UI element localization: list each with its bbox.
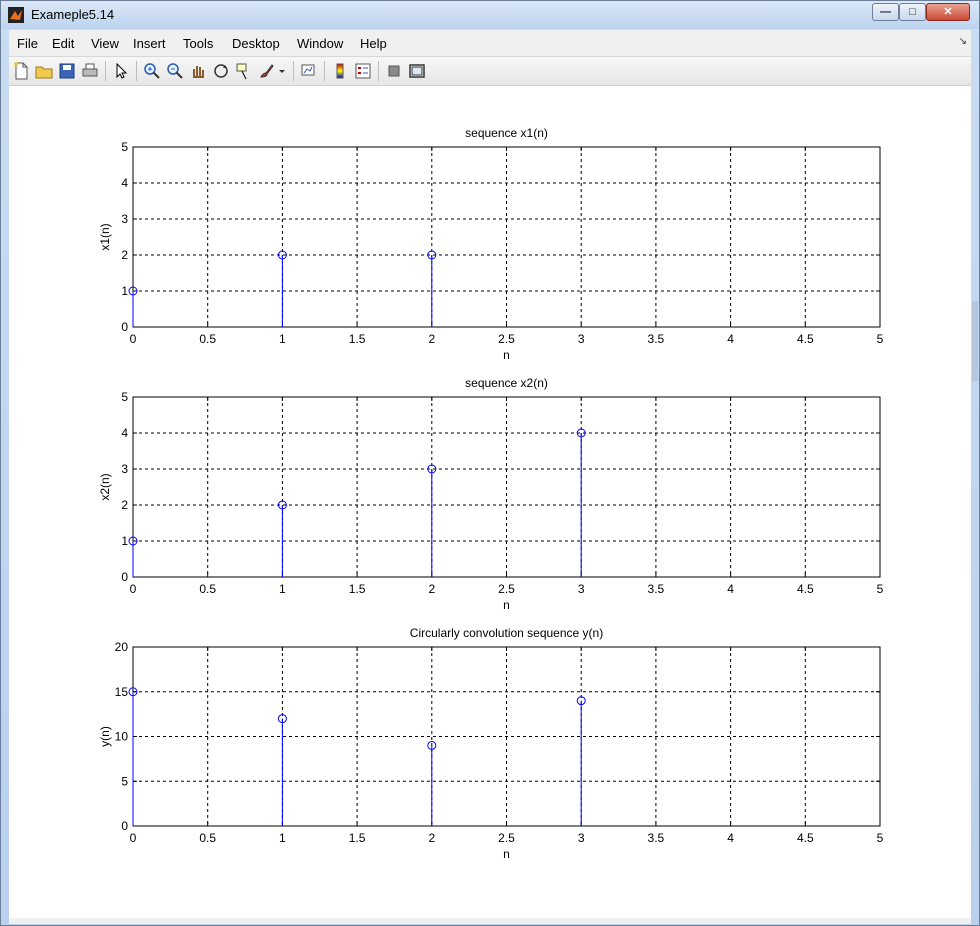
y-axis-label: x1(n) [98,223,112,250]
x-tick-label: 4 [727,332,734,346]
x-tick-label: 4 [727,831,734,845]
x-tick-label: 4.5 [797,332,814,346]
x-tick-label: 2 [428,831,435,845]
y-axis-label: y(n) [98,726,112,747]
y-tick-label: 5 [121,140,128,154]
x-tick-label: 4.5 [797,582,814,596]
axes-3: 0 0.5 1 1.5 2 2.5 3 3.5 4 4.5 5 0 5 10 15 20 Circularly … [98,626,884,861]
x-axis-label: n [503,598,510,612]
x-tick-label: 2 [428,332,435,346]
y-tick-label: 2 [121,498,128,512]
y-tick-label: 0 [121,570,128,584]
y-tick-label: 10 [115,730,129,744]
axes-title: sequence x2(n) [465,376,548,390]
x-tick-label: 2.5 [498,831,515,845]
axes-title: Circularly convolution sequence y(n) [410,626,603,640]
y-tick-label: 3 [121,462,128,476]
y-tick-label: 20 [115,640,129,654]
x-tick-label: 4.5 [797,831,814,845]
axes-2: 0 0.5 1 1.5 2 2.5 3 3.5 4 4.5 5 0 1 2 3 4 5 sequence x2(n… [98,376,884,612]
x-tick-label: 2 [428,582,435,596]
y-tick-label: 1 [121,284,128,298]
x-tick-label: 1.5 [349,582,366,596]
x-tick-label: 0.5 [199,831,216,845]
y-tick-label: 5 [121,390,128,404]
x-tick-label: 3.5 [648,831,665,845]
x-tick-label: 1 [279,831,286,845]
y-axis-label: x2(n) [98,473,112,500]
x-tick-label: 0.5 [199,582,216,596]
x-axis-label: n [503,847,510,861]
y-tick-label: 1 [121,534,128,548]
y-tick-label: 4 [121,426,128,440]
x-tick-label: 3 [578,332,585,346]
x-tick-label: 1 [279,582,286,596]
y-tick-label: 5 [121,774,128,788]
x-tick-label: 1 [279,332,286,346]
x-tick-label: 3.5 [648,332,665,346]
y-tick-label: 3 [121,212,128,226]
x-tick-label: 1.5 [349,332,366,346]
y-tick-label: 2 [121,248,128,262]
x-tick-label: 5 [877,831,884,845]
axes-1: 0 0.5 1 1.5 2 2.5 3 3.5 4 4.5 5 0 1 2 3 4 5 sequence x1(n… [98,126,884,362]
x-tick-label: 0.5 [199,332,216,346]
x-tick-label: 5 [877,332,884,346]
x-tick-label: 3.5 [648,582,665,596]
x-tick-label: 2.5 [498,582,515,596]
x-tick-label: 3 [578,831,585,845]
plots-layer: 0 0.5 1 1.5 2 2.5 3 3.5 4 4.5 5 0 1 2 3 4 5 sequence x1(n… [98,126,884,861]
x-tick-label: 2.5 [498,332,515,346]
x-tick-label: 4 [727,582,734,596]
x-axis-label: n [503,348,510,362]
x-tick-label: 0 [130,831,137,845]
x-tick-label: 0 [130,332,137,346]
y-tick-label: 15 [115,685,129,699]
x-tick-label: 1.5 [349,831,366,845]
axes-title: sequence x1(n) [465,126,548,140]
x-tick-label: 5 [877,582,884,596]
x-tick-label: 3 [578,582,585,596]
y-tick-label: 4 [121,176,128,190]
y-tick-label: 0 [121,320,128,334]
y-tick-label: 0 [121,819,128,833]
x-tick-label: 0 [130,582,137,596]
